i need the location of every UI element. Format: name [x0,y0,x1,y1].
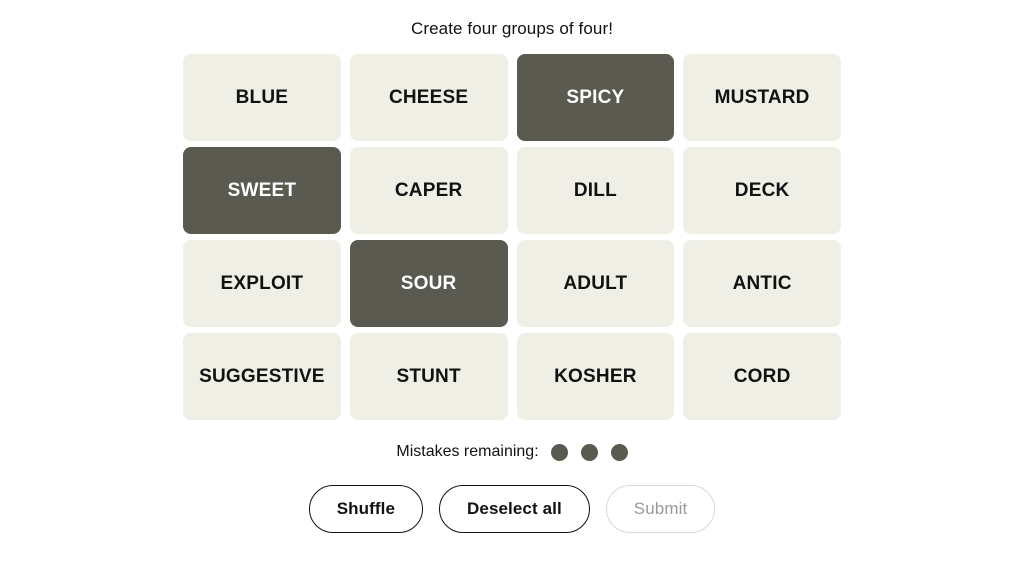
word-grid: BLUE CHEESE SPICY MUSTARD SWEET CAPER DILL DECK… [183,54,841,420]
word-tile[interactable]: CORD [683,333,841,420]
shuffle-button[interactable]: Shuffle [308,485,424,533]
word-tile-label: SPICY [566,86,625,108]
word-tile[interactable]: SWEET [183,147,341,234]
word-tile[interactable]: CHEESE [349,54,508,141]
mistakes-remaining-label: Mistakes remaining: [396,443,539,460]
word-tile[interactable]: SUGGESTIVE [183,333,341,420]
mistake-bubble-icon [610,443,628,461]
word-tile-label: CAPER [394,179,463,201]
mistake-bubbles [550,443,628,461]
word-tile-label: EXPLOIT [220,272,304,294]
mistake-bubble-icon [550,443,568,461]
word-tile-label: SOUR [400,272,457,294]
word-tile-label: DECK [734,179,790,201]
word-tile-label: CHEESE [388,86,469,108]
word-tile[interactable]: DILL [516,147,675,234]
word-tile-label: KOSHER [554,365,637,387]
word-tile[interactable]: KOSHER [516,333,675,420]
word-tile[interactable]: DECK [683,147,841,234]
word-tile-label: ANTIC [732,272,792,294]
word-tile-label: MUSTARD [714,86,810,108]
word-tile[interactable]: MUSTARD [683,54,841,141]
word-tile-label: ADULT [563,272,628,294]
mistakes-remaining-row: Mistakes remaining: [396,442,628,462]
word-tile-label: SUGGESTIVE [199,365,325,387]
word-tile[interactable]: STUNT [349,333,508,420]
submit-button: Submit [605,485,716,533]
word-tile-label: DILL [573,179,617,201]
word-tile-label: BLUE [235,86,289,108]
word-tile[interactable]: ANTIC [683,240,841,327]
word-tile[interactable]: SOUR [349,240,508,327]
word-tile-label: STUNT [396,365,461,387]
word-tile-label: CORD [733,365,791,387]
instructions-text: Create four groups of four! [410,19,614,38]
word-tile[interactable]: CAPER [349,147,508,234]
word-tile[interactable]: EXPLOIT [183,240,341,327]
word-tile[interactable]: BLUE [183,54,341,141]
word-tile-label: SWEET [227,179,297,201]
word-tile[interactable]: SPICY [516,54,675,141]
control-buttons: Shuffle Deselect all Submit [308,485,716,533]
mistake-bubble-icon [580,443,598,461]
connections-game: Create four groups of four! BLUE CHEESE SP… [0,0,1024,585]
word-tile[interactable]: ADULT [516,240,675,327]
deselect-all-button[interactable]: Deselect all [439,485,590,533]
